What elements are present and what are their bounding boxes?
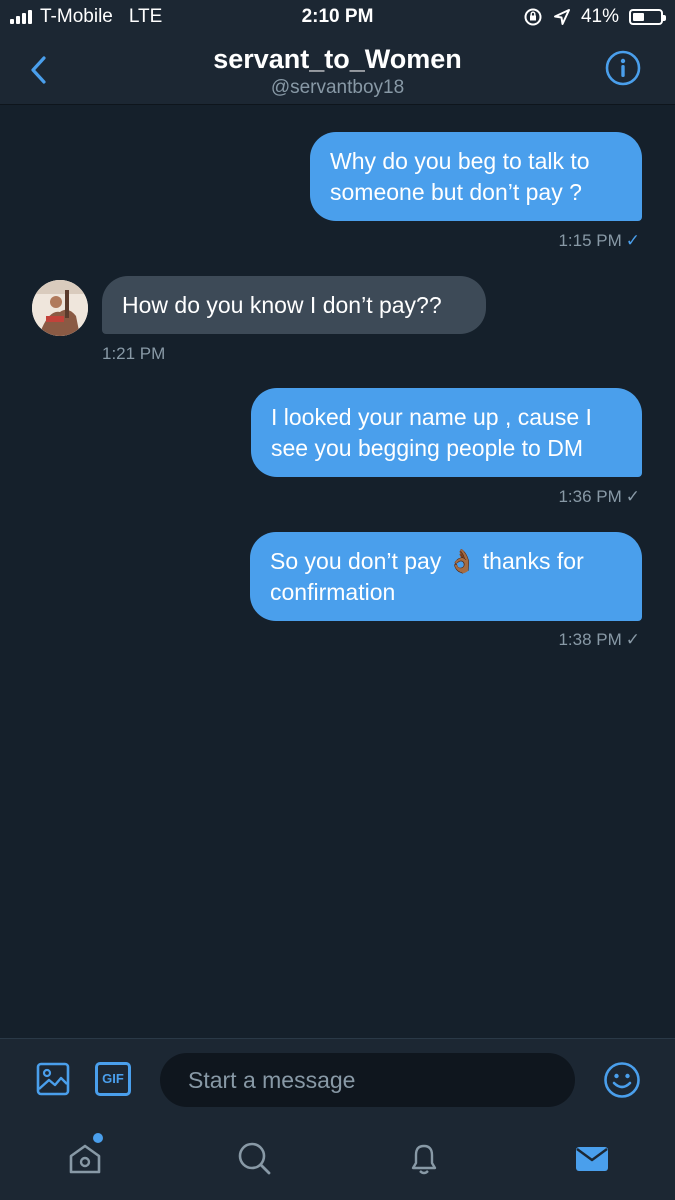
status-indicators: 41% [523,6,666,28]
battery-percent: 41% [580,6,619,27]
home-icon [69,1144,101,1174]
message-line: Why do you beg to talk to [330,148,590,174]
message-time: 1:21 PM [102,344,166,363]
message-line: How do you know I don’t pay?? [122,292,442,318]
conversation-handle: @servantboy18 [270,77,405,98]
gif-button[interactable]: GIF [95,1062,131,1096]
envelope-icon [576,1147,608,1171]
message-line: see you begging people to DM [271,435,583,461]
status-bar: T-Mobile LTE 2:10 PM 41% [0,0,675,36]
message-line: someone but don’t pay ? [330,179,582,205]
message-bubble-incoming[interactable]: How do you know I don’t pay?? [102,276,486,334]
add-photo-button[interactable] [35,1061,71,1097]
bottom-tab-bar [0,1120,675,1200]
message-bubble-outgoing[interactable]: So you don’t pay 👌🏾 thanks for confirmat… [250,532,642,621]
sent-check-icon: ✓ [625,630,640,649]
message-meta: 1:15 PM ✓ [558,231,640,251]
emoji-button[interactable] [603,1061,641,1099]
message-bubble-outgoing[interactable]: I looked your name up , cause I see you … [251,388,642,477]
tab-notifications[interactable] [404,1138,444,1178]
battery-icon [629,9,666,25]
smiley-icon [604,1062,640,1098]
message-thread: Why do you beg to talk to someone but do… [0,105,675,1038]
conversation-name[interactable]: servant_to_Women [0,44,675,75]
message-meta: 1:21 PM [102,344,165,364]
avatar-photo [32,280,88,336]
bell-icon [411,1144,437,1175]
image-icon [36,1062,70,1096]
message-composer: GIF [0,1038,675,1121]
message-line: So you don’t pay 👌🏾 thanks for [270,548,584,574]
search-icon [238,1142,271,1175]
location-icon [553,9,570,25]
message-line: confirmation [270,579,396,605]
message-line: I looked your name up , cause I [271,404,592,430]
info-button[interactable] [605,50,641,86]
message-meta: 1:36 PM ✓ [558,487,640,507]
rotation-lock-icon [524,8,542,26]
tab-search[interactable] [234,1138,274,1178]
sent-check-icon: ✓ [625,487,640,506]
avatar[interactable] [32,280,88,336]
message-bubble-outgoing[interactable]: Why do you beg to talk to someone but do… [310,132,642,221]
message-time: 1:38 PM [558,630,622,649]
message-input[interactable] [160,1053,575,1107]
read-check-icon: ✓ [625,231,640,250]
battery-level [633,13,644,21]
message-meta: 1:38 PM ✓ [558,630,640,650]
message-time: 1:15 PM [558,231,622,250]
message-time: 1:36 PM [558,487,622,506]
conversation-header: servant_to_Women @servantboy18 [0,36,675,105]
tab-home[interactable] [65,1138,105,1178]
notification-dot [93,1133,103,1143]
info-icon [605,50,641,86]
tab-messages[interactable] [572,1138,612,1178]
